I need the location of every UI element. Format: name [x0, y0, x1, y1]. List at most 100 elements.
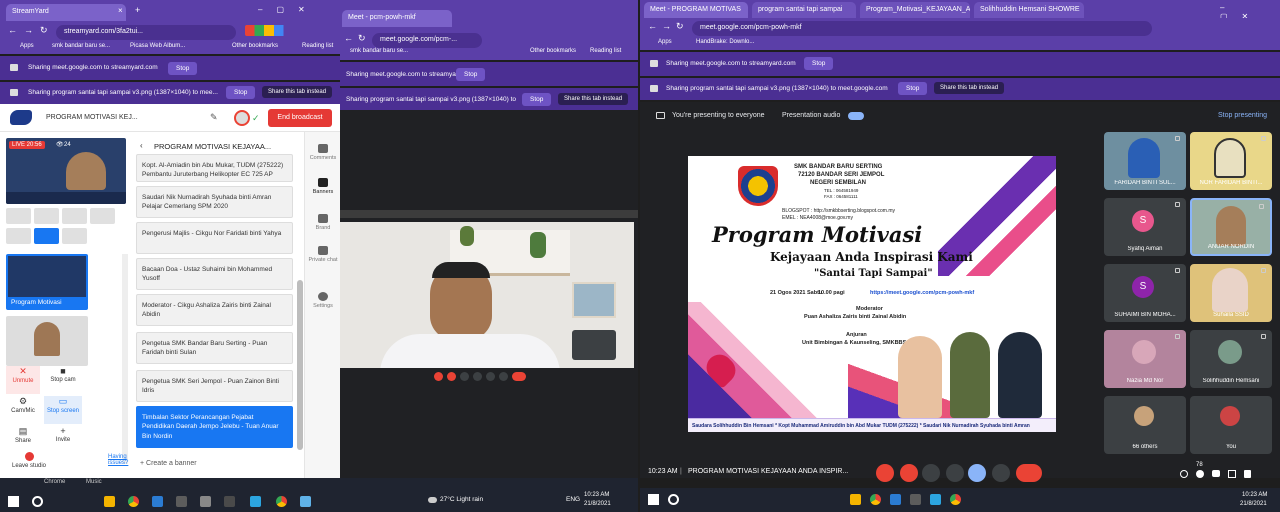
- pin-icon[interactable]: [1175, 136, 1180, 141]
- banner-item[interactable]: Pengetua SMK Bandar Baru Serting - Puan …: [136, 332, 293, 364]
- language-indicator[interactable]: ENG: [566, 496, 580, 503]
- banner-item[interactable]: Moderator - Cikgu Ashaliza Zairis binti …: [136, 294, 293, 326]
- banner-item-selected[interactable]: Timbalan Sektor Perancangan Pejabat Pend…: [136, 406, 293, 448]
- having-issues-link[interactable]: Having issues?: [108, 454, 136, 466]
- rail-settings[interactable]: Settings: [306, 292, 340, 309]
- control-unmute[interactable]: ✕ Unmute: [6, 366, 40, 394]
- windows-start-icon[interactable]: [8, 496, 19, 507]
- share-this-tab-button[interactable]: Share this tab instead: [934, 82, 1005, 94]
- taskbar-app-icon[interactable]: [152, 496, 163, 507]
- more-button[interactable]: [499, 372, 508, 381]
- chrome-icon[interactable]: [870, 494, 881, 505]
- bookmark-apps[interactable]: Apps: [658, 39, 672, 45]
- clock-date[interactable]: 21/8/2021: [584, 501, 611, 507]
- self-tile[interactable]: You: [1190, 396, 1272, 454]
- taskbar-app-icon[interactable]: [250, 496, 261, 507]
- camera-thumbnail[interactable]: [6, 316, 88, 366]
- participant-tile[interactable]: Nazia Md Nor: [1104, 330, 1186, 388]
- bookmark-smk[interactable]: smk bandar baru se...: [52, 43, 110, 49]
- bookmark-other[interactable]: Other bookmarks: [232, 43, 278, 49]
- activities-icon[interactable]: [1228, 470, 1236, 478]
- live-preview[interactable]: LIVE 20:56 👁 24: [6, 138, 126, 204]
- mic-button[interactable]: [434, 372, 443, 381]
- bookmark-handbrake[interactable]: HandBrake: Downlo...: [696, 39, 754, 45]
- banner-item[interactable]: Kopt. Al-Amiadin bin Abu Mukar, TUDM (27…: [136, 154, 293, 182]
- others-tile[interactable]: 66 others: [1104, 396, 1186, 454]
- control-share[interactable]: ▤ Share: [6, 426, 40, 450]
- share-this-tab-button[interactable]: Share this tab instead: [558, 93, 629, 105]
- mic-off-button[interactable]: [876, 464, 894, 482]
- search-icon[interactable]: [668, 494, 679, 505]
- taskbar-app-icon[interactable]: [890, 494, 901, 505]
- layout-button[interactable]: [62, 228, 87, 244]
- participant-tile[interactable]: S Syafiq Aiman: [1104, 198, 1186, 256]
- hand-button[interactable]: [473, 372, 482, 381]
- clock-time[interactable]: 10:23 AM: [1242, 492, 1267, 498]
- chrome-icon[interactable]: [950, 494, 961, 505]
- participant-tile[interactable]: NOR FARIDAH BINTI...: [1190, 132, 1272, 190]
- taskbar-app-icon[interactable]: [300, 496, 311, 507]
- tab-streamyard[interactable]: StreamYard: [6, 4, 126, 21]
- layout-button[interactable]: [62, 208, 87, 224]
- bookmark-smk[interactable]: smk bandar baru se...: [350, 48, 408, 54]
- taskbar-app-icon[interactable]: [224, 496, 235, 507]
- stop-sharing-button[interactable]: Stop: [456, 68, 486, 81]
- back-icon[interactable]: ←: [8, 25, 17, 35]
- taskbar-app-icon[interactable]: [104, 496, 115, 507]
- pin-icon[interactable]: [1175, 268, 1180, 273]
- chat-icon[interactable]: [1212, 470, 1220, 477]
- control-cam-mic[interactable]: ⚙ Cam/Mic: [6, 396, 40, 424]
- stop-sharing-button[interactable]: Stop: [522, 93, 552, 106]
- layout-button[interactable]: [34, 208, 59, 224]
- pin-icon[interactable]: [1259, 204, 1264, 209]
- pin-icon[interactable]: [1261, 334, 1266, 339]
- right-url-field[interactable]: meet.google.com/pcm-powh-mkf: [692, 21, 1152, 36]
- banner-item[interactable]: Pengerusi Majlis - Cikgu Nor Faridati bi…: [136, 222, 293, 254]
- banner-item[interactable]: Pengetua SMK Seri Jempol - Puan Zainon B…: [136, 370, 293, 402]
- banner-item[interactable]: Bacaan Doa - Ustaz Suhaimi bin Mohammed …: [136, 258, 293, 290]
- taskbar-app-icon[interactable]: [200, 496, 211, 507]
- participant-tile[interactable]: Suhaila SSID: [1190, 264, 1272, 322]
- reload-icon[interactable]: ↻: [40, 25, 48, 36]
- tab-meet-program[interactable]: Meet - PROGRAM MOTIVAS: [644, 2, 748, 19]
- leave-call-button[interactable]: [512, 372, 526, 381]
- stop-presenting-button[interactable]: Stop presenting: [1218, 112, 1267, 119]
- participant-tile[interactable]: Solihhuddin Hemsani: [1190, 330, 1272, 388]
- people-icon[interactable]: [1196, 470, 1204, 478]
- clock-date[interactable]: 21/8/2021: [1240, 501, 1267, 507]
- more-options-button[interactable]: [992, 464, 1010, 482]
- bookmark-other[interactable]: Other bookmarks: [530, 48, 576, 54]
- present-button[interactable]: [486, 372, 495, 381]
- reload-icon[interactable]: ↻: [358, 33, 366, 44]
- close-icon[interactable]: ×: [118, 6, 123, 15]
- rail-comments[interactable]: Comments: [306, 144, 340, 161]
- taskbar-app-icon[interactable]: [910, 494, 921, 505]
- layout-button[interactable]: [6, 228, 31, 244]
- pin-icon[interactable]: [1175, 334, 1180, 339]
- create-banner-link[interactable]: + Create a banner: [140, 460, 197, 467]
- participant-tile[interactable]: ANUAR NORDIN: [1190, 198, 1272, 256]
- taskbar-app-icon[interactable]: [850, 494, 861, 505]
- left-url-field[interactable]: streamyard.com/3fa2tui...: [56, 25, 236, 40]
- info-icon[interactable]: [1180, 470, 1188, 478]
- cam-button[interactable]: [447, 372, 456, 381]
- participant-tile[interactable]: S SUHAIMI BIN MOHA...: [1104, 264, 1186, 322]
- control-stop-cam[interactable]: ■ Stop cam: [44, 366, 82, 394]
- pin-icon[interactable]: [1261, 136, 1266, 141]
- rail-private-chat[interactable]: Private chat: [306, 246, 340, 263]
- tab-program-image[interactable]: program santai tapi sampai: [752, 2, 856, 19]
- forward-icon[interactable]: →: [24, 25, 33, 35]
- clock-time[interactable]: 10:23 AM: [584, 492, 609, 498]
- layout-button[interactable]: [90, 208, 115, 224]
- camera-off-button[interactable]: [900, 464, 918, 482]
- stop-sharing-button[interactable]: Stop: [168, 62, 198, 75]
- windows-start-icon[interactable]: [648, 494, 659, 505]
- destinations-avatar[interactable]: [234, 110, 250, 126]
- caption-button[interactable]: [460, 372, 469, 381]
- chrome-icon[interactable]: [276, 496, 287, 507]
- middle-url-field[interactable]: meet.google.com/pcm-...: [372, 33, 482, 48]
- layout-button-active[interactable]: [34, 228, 59, 244]
- lock-icon[interactable]: [1244, 470, 1251, 478]
- layout-button[interactable]: [6, 208, 31, 224]
- end-broadcast-button[interactable]: End broadcast: [268, 109, 332, 127]
